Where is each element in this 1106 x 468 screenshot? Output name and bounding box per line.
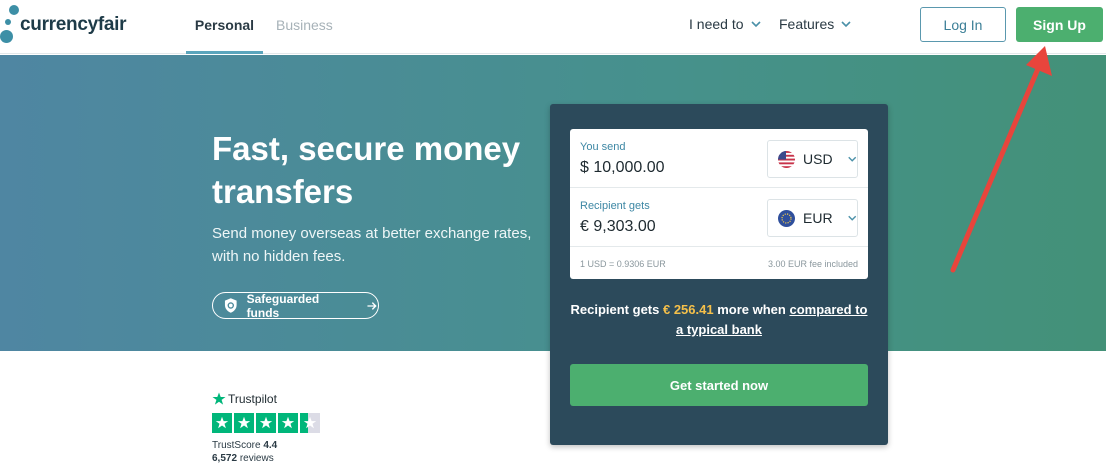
savings-amount: € 256.41: [662, 302, 714, 317]
eu-flag-icon: [778, 209, 795, 227]
rating-star-icon: [300, 413, 320, 433]
arrow-right-icon: [367, 301, 378, 310]
hero-subtitle: Send money overseas at better exchange r…: [212, 225, 532, 265]
rating-star-icon: [212, 413, 232, 433]
rating-star-icon: [278, 413, 298, 433]
menu-i-need-to[interactable]: I need to: [689, 16, 762, 32]
chevron-down-icon: [750, 21, 761, 28]
trustscore: TrustScore 4.4: [212, 440, 277, 451]
chevron-down-icon: [841, 21, 851, 28]
trustscore-label: TrustScore: [212, 440, 261, 451]
review-count-value: 6,572: [212, 453, 238, 464]
rating-star-icon: [234, 413, 254, 433]
hero-title: Fast, secure money transfers: [212, 130, 521, 210]
recipient-amount-input[interactable]: € 9,303.00: [580, 218, 656, 236]
chevron-down-icon: [847, 156, 856, 162]
recipient-currency-select[interactable]: EUR: [767, 199, 858, 237]
signup-button[interactable]: Sign Up: [1016, 7, 1103, 42]
fee-included: 3.00 EUR fee included: [767, 259, 858, 269]
savings-prefix: Recipient gets: [570, 302, 660, 317]
safeguarded-funds-link[interactable]: Safeguarded funds: [212, 291, 379, 320]
shield-icon: [224, 298, 237, 313]
trustpilot-brand[interactable]: Trustpilot: [212, 392, 277, 406]
send-label: You send: [580, 141, 626, 153]
send-row: You send $ 10,000.00 USD: [570, 129, 868, 188]
trustpilot-star-icon: [212, 392, 226, 405]
tab-business[interactable]: Business: [276, 0, 333, 54]
send-amount-input[interactable]: $ 10,000.00: [580, 159, 665, 177]
get-started-button[interactable]: Get started now: [570, 364, 868, 406]
recipient-currency-code: EUR: [803, 210, 833, 226]
login-button[interactable]: Log In: [920, 7, 1006, 42]
currencyfair-logo[interactable]: currencyfair: [0, 4, 130, 48]
review-count-label: reviews: [239, 453, 274, 464]
recipient-row: Recipient gets € 9,303.00 EUR: [570, 188, 868, 247]
rating-star-icon: [256, 413, 276, 433]
menu-features-label: Features: [779, 16, 835, 32]
savings-middle: more when: [717, 302, 786, 317]
chevron-down-icon: [847, 215, 856, 221]
trustpilot-rating-stars: [212, 413, 320, 433]
review-count: 6,572 reviews: [212, 453, 274, 464]
logo-text: currencyfair: [20, 14, 127, 35]
send-currency-select[interactable]: USD: [767, 140, 858, 178]
safeguarded-funds-label: Safeguarded funds: [246, 291, 320, 320]
us-flag-icon: [778, 150, 795, 168]
menu-i-need-to-label: I need to: [689, 16, 744, 32]
site-header: currencyfair Personal Business I need to…: [0, 0, 1106, 54]
exchange-rate: 1 USD = 0.9306 EUR: [580, 259, 666, 269]
menu-features[interactable]: Features: [779, 16, 852, 32]
tab-personal[interactable]: Personal: [186, 0, 263, 54]
trustscore-value: 4.4: [263, 440, 278, 451]
recipient-label: Recipient gets: [580, 200, 650, 212]
trustpilot-label: Trustpilot: [228, 392, 277, 406]
savings-message: Recipient gets € 256.41 more when compar…: [566, 300, 872, 340]
transfer-quote-card: You send $ 10,000.00 USD Recipient gets …: [550, 104, 888, 445]
currency-converter: You send $ 10,000.00 USD Recipient gets …: [570, 129, 868, 279]
send-currency-code: USD: [803, 151, 833, 167]
